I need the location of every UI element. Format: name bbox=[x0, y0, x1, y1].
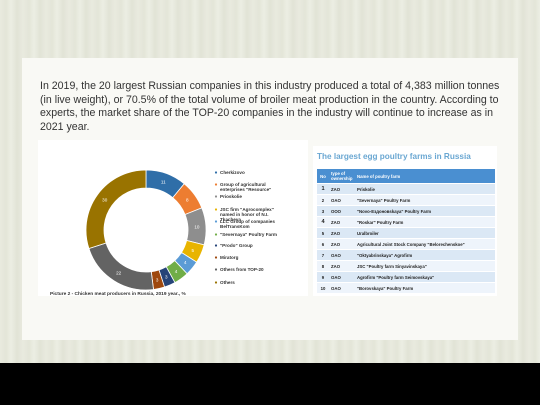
table-row: 7 OAO "Oktyabrinskaya" Agrofirm bbox=[317, 250, 495, 260]
legend-label: Cherkizovo bbox=[220, 170, 245, 175]
donut-slice bbox=[88, 242, 154, 291]
legend-label: "Severnaya" Poultry Farm bbox=[220, 232, 277, 237]
farm-name: Agrofirm "Poultry farm Seimovskaya" bbox=[355, 272, 495, 282]
legend-marker bbox=[214, 195, 218, 198]
row-number: 8 bbox=[317, 261, 329, 271]
row-number: 1 bbox=[317, 184, 329, 194]
legend-marker bbox=[214, 281, 218, 284]
legend-marker bbox=[214, 183, 218, 186]
legend-label: Miratorg bbox=[220, 255, 239, 260]
table-row: 3 OOO "Novo-Ездоновskaya" Poultry Farm bbox=[317, 206, 495, 216]
legend-marker bbox=[214, 268, 218, 271]
ownership-type: ZAO bbox=[329, 261, 355, 271]
table-row: 10 OAO "Borovskaya" Poultry Farm bbox=[317, 283, 495, 293]
slice-data-label: 5 bbox=[192, 248, 195, 253]
legend-marker bbox=[214, 244, 218, 247]
donut-chart: 11 8 10 5 4 4 3 3 22 30 Cherkizovo Group of agricul… bbox=[85, 169, 277, 291]
slice-data-label: 3 bbox=[165, 274, 168, 279]
farm-name: JSC "Poultry farm Sinyavinskaya" bbox=[355, 261, 495, 271]
legend-marker bbox=[214, 256, 218, 259]
row-number: 2 bbox=[317, 195, 329, 205]
table-card: The largest egg poultry farms in Russia … bbox=[313, 146, 497, 296]
farm-name: "Borovskaya" Poultry Farm bbox=[355, 283, 495, 293]
slice-data-label: 3 bbox=[156, 277, 159, 282]
row-number: 7 bbox=[317, 250, 329, 260]
farm-name: Uralbroiler bbox=[355, 228, 495, 238]
legend-marker bbox=[214, 233, 218, 236]
legend-label: Prioskolie bbox=[220, 194, 242, 199]
farm-name: Priskolie bbox=[355, 184, 495, 194]
row-number: 9 bbox=[317, 272, 329, 282]
legend-marker bbox=[214, 171, 218, 174]
slice-data-label: 22 bbox=[116, 271, 122, 276]
legend-label: Others bbox=[220, 280, 235, 285]
ownership-type: ZAO bbox=[329, 217, 355, 227]
ownership-type: OAO bbox=[329, 250, 355, 260]
legend-label: "Prodo" Group bbox=[220, 243, 253, 248]
poultry-farm-table: No type of ownership Name of poultry far… bbox=[317, 168, 495, 294]
table-row: 8 ZAO JSC "Poultry farm Sinyavinskaya" bbox=[317, 261, 495, 271]
table-row: 5 ZAO Uralbroiler bbox=[317, 228, 495, 238]
slice-data-label: 4 bbox=[184, 260, 187, 265]
legend-label: LLC Group of companies BelTransKom bbox=[220, 219, 275, 229]
table-row: 2 OAO "Severnaya" Poultry Farm bbox=[317, 195, 495, 205]
farm-name: "Novo-Ездоновskaya" Poultry Farm bbox=[355, 206, 495, 216]
slice-data-label: 8 bbox=[186, 198, 189, 203]
row-number: 10 bbox=[317, 283, 329, 293]
ownership-type: OAO bbox=[329, 272, 355, 282]
table-title: The largest egg poultry farms in Russia bbox=[317, 152, 471, 161]
ownership-type: OAO bbox=[329, 195, 355, 205]
farm-name: "Oktyabrinskaya" Agrofirm bbox=[355, 250, 495, 260]
table-row: 6 ZAO Agricultural Joint Stock Company "Be… bbox=[317, 239, 495, 249]
ownership-type: ZAO bbox=[329, 239, 355, 249]
ownership-type: ZAO bbox=[329, 228, 355, 238]
row-number: 5 bbox=[317, 228, 329, 238]
row-number: 3 bbox=[317, 206, 329, 216]
header-no: No bbox=[317, 169, 329, 183]
slice-data-label: 4 bbox=[175, 269, 178, 274]
table-row: 4 ZAO "Roskar" Poultry Farm bbox=[317, 217, 495, 227]
header-name: Name of poultry farm bbox=[355, 169, 495, 183]
donut-slice bbox=[85, 169, 147, 250]
table-row: 1 ZAO Priskolie bbox=[317, 184, 495, 194]
slice-data-label: 11 bbox=[161, 180, 166, 185]
slice-data-label: 10 bbox=[194, 224, 200, 229]
legend-label: Group of agricultural enterprises "Resour… bbox=[220, 182, 271, 192]
header-type: type of ownership bbox=[329, 169, 355, 183]
ownership-type: OOO bbox=[329, 206, 355, 216]
table-header-row: No type of ownership Name of poultry far… bbox=[317, 169, 495, 183]
legend-marker bbox=[214, 220, 218, 223]
slice-data-label: 30 bbox=[102, 198, 108, 203]
legend-marker bbox=[214, 208, 218, 211]
farm-name: "Severnaya" Poultry Farm bbox=[355, 195, 495, 205]
ownership-type: ZAO bbox=[329, 184, 355, 194]
table-body: 1 ZAO Priskolie 2 OAO "Severnaya" Poultry Far… bbox=[317, 184, 495, 293]
slide: In 2019, the 20 largest Russian companie… bbox=[0, 0, 540, 363]
table-row: 9 OAO Agrofirm "Poultry farm Seimovskaya" bbox=[317, 272, 495, 282]
row-number: 6 bbox=[317, 239, 329, 249]
intro-paragraph: In 2019, the 20 largest Russian companie… bbox=[40, 80, 500, 133]
farm-name: Agricultural Joint Stock Company "Belore… bbox=[355, 239, 495, 249]
legend-label: Others from TOP-20 bbox=[220, 267, 264, 272]
row-number: 4 bbox=[317, 217, 329, 227]
farm-name: "Roskar" Poultry Farm bbox=[355, 217, 495, 227]
ownership-type: OAO bbox=[329, 283, 355, 293]
